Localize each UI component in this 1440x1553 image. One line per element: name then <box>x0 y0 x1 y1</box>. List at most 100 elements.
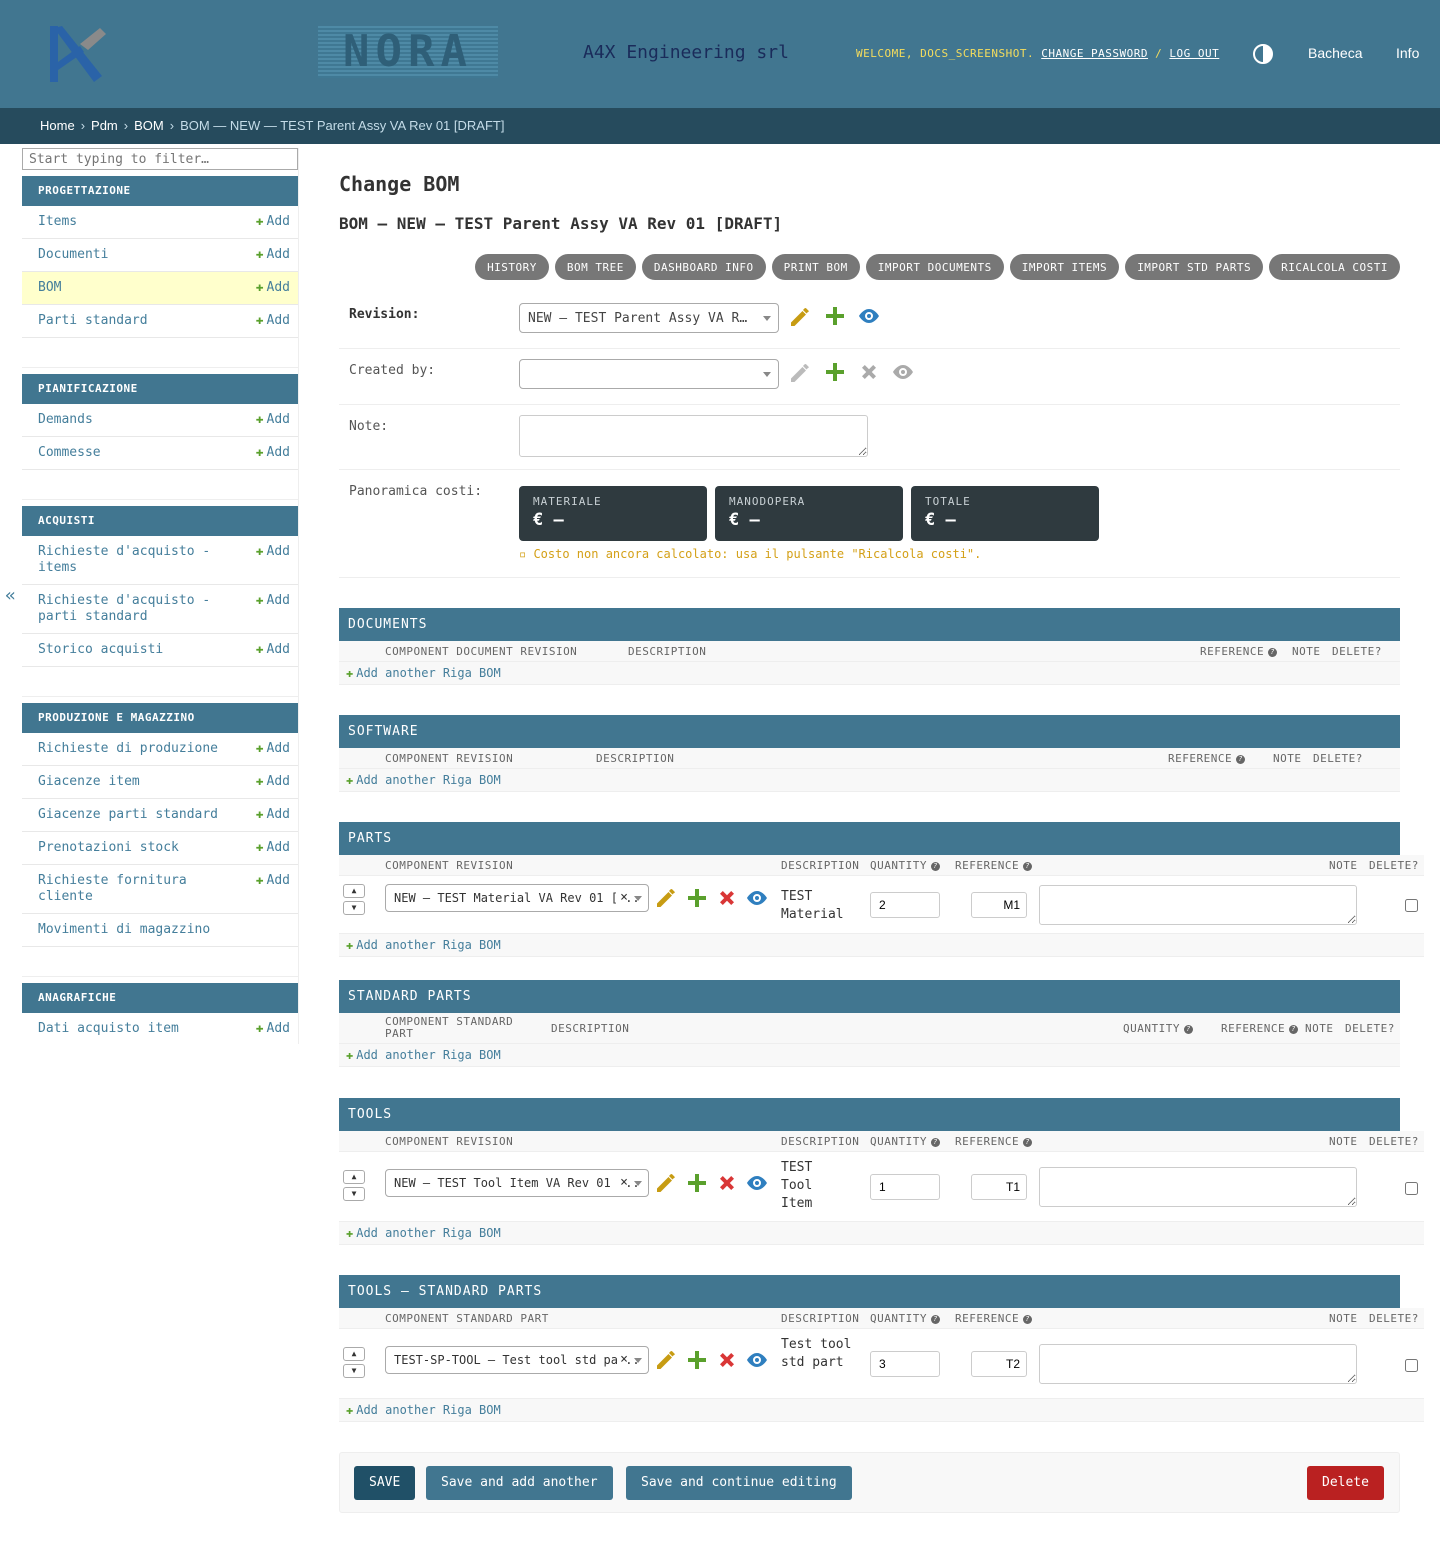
delete-checkbox[interactable] <box>1405 1182 1418 1195</box>
sidebar-add-link[interactable]: ✚ Add <box>256 807 290 822</box>
clear-icon[interactable]: × <box>620 1352 628 1367</box>
sidebar-item[interactable]: Richieste d'acquisto - parti standard ✚ Ad… <box>22 585 298 634</box>
sidebar-add-link[interactable]: ✚ Add <box>256 544 290 559</box>
view-eye-icon[interactable] <box>857 304 881 328</box>
sidebar-item-label[interactable]: Richieste fornitura cliente <box>38 873 238 905</box>
sidebar-item[interactable]: Dati acquisto item ✚ Add <box>22 1013 298 1044</box>
log-out-link[interactable]: LOG OUT <box>1169 47 1219 60</box>
nav-filter-input[interactable] <box>22 148 298 170</box>
sidebar-item[interactable]: Richieste di produzione ✚ Add <box>22 733 298 766</box>
sidebar-add-link[interactable]: ✚ Add <box>256 247 290 262</box>
add-icon[interactable] <box>823 304 847 328</box>
sidebar-item[interactable]: Richieste d'acquisto - items ✚ Add <box>22 536 298 585</box>
sidebar-item-label[interactable]: Richieste d'acquisto - parti standard <box>38 593 238 625</box>
sidebar-item-label[interactable]: Storico acquisti <box>38 642 163 658</box>
save-and-continue-button[interactable]: Save and continue editing <box>626 1466 852 1500</box>
sidebar-add-link[interactable]: ✚ Add <box>256 642 290 657</box>
sidebar-add-link[interactable]: ✚ Add <box>256 214 290 229</box>
move-up-button[interactable]: ▲ <box>343 884 365 898</box>
sidebar-item-label[interactable]: Prenotazioni stock <box>38 840 179 856</box>
object-tool-button[interactable]: DASHBOARD INFO <box>641 254 766 280</box>
clear-icon[interactable]: × <box>620 1175 628 1190</box>
theme-toggle-icon[interactable] <box>1253 44 1273 64</box>
component-select[interactable]: NEW — TEST Tool Item VA Rev 01 ... × <box>385 1169 649 1197</box>
quantity-input[interactable] <box>870 1351 940 1377</box>
sidebar-item-label[interactable]: Documenti <box>38 247 108 263</box>
sidebar-add-link[interactable]: ✚ Add <box>256 774 290 789</box>
view-eye-icon[interactable] <box>745 1348 769 1372</box>
sidebar-item-label[interactable]: Demands <box>38 412 93 428</box>
reference-input[interactable] <box>971 892 1027 918</box>
sidebar-add-link[interactable]: ✚ Add <box>256 741 290 756</box>
note-textarea[interactable] <box>1039 1344 1357 1384</box>
add-another-row-link[interactable]: ✚ Add another Riga BOM <box>339 1044 1400 1067</box>
sidebar-item-label[interactable]: Giacenze item <box>38 774 140 790</box>
sidebar-item[interactable]: Giacenze parti standard ✚ Add <box>22 799 298 832</box>
view-eye-icon[interactable] <box>745 886 769 910</box>
move-down-button[interactable]: ▼ <box>343 1364 365 1378</box>
breadcrumb-home[interactable]: Home <box>40 118 75 133</box>
sidebar-item[interactable]: Commesse ✚ Add <box>22 437 298 470</box>
revision-select[interactable]: NEW — TEST Parent Assy VA R… <box>519 303 779 333</box>
object-tool-button[interactable]: PRINT BOM <box>771 254 860 280</box>
sidebar-module-caption[interactable]: PRODUZIONE E MAGAZZINO <box>22 703 298 733</box>
change-password-link[interactable]: CHANGE PASSWORD <box>1041 47 1148 60</box>
sidebar-item[interactable]: Items ✚ Add <box>22 206 298 239</box>
sidebar-module-caption[interactable]: ACQUISTI <box>22 506 298 536</box>
add-another-row-link[interactable]: ✚ Add another Riga BOM <box>339 934 1424 957</box>
sidebar-item-label[interactable]: Dati acquisto item <box>38 1021 179 1037</box>
sidebar-item[interactable]: Richieste fornitura cliente ✚ Add <box>22 865 298 914</box>
nav-dashboard-link[interactable]: Bacheca <box>1308 45 1362 61</box>
sidebar-add-link[interactable]: ✚ Add <box>256 593 290 608</box>
add-another-row-link[interactable]: ✚ Add another Riga BOM <box>339 769 1400 792</box>
pencil-icon[interactable] <box>788 305 812 329</box>
created-by-select[interactable] <box>519 359 779 389</box>
add-icon[interactable] <box>685 1348 709 1372</box>
component-select[interactable]: TEST-SP-TOOL — Test tool std pa... × <box>385 1346 649 1374</box>
nav-info-link[interactable]: Info <box>1396 45 1419 61</box>
sidebar-module-caption[interactable]: PROGETTAZIONE <box>22 176 298 206</box>
sidebar-add-link[interactable]: ✚ Add <box>256 313 290 328</box>
add-icon[interactable] <box>685 886 709 910</box>
pencil-icon[interactable] <box>654 1171 678 1195</box>
pencil-icon[interactable] <box>654 1348 678 1372</box>
move-down-button[interactable]: ▼ <box>343 901 365 915</box>
sidebar-add-link[interactable]: ✚ Add <box>256 445 290 460</box>
delete-x-icon[interactable] <box>715 1171 739 1195</box>
sidebar-item-label[interactable]: Richieste di produzione <box>38 741 218 757</box>
reference-input[interactable] <box>971 1174 1027 1200</box>
note-textarea[interactable] <box>1039 885 1357 925</box>
sidebar-item-label[interactable]: Commesse <box>38 445 101 461</box>
sidebar-item[interactable]: Prenotazioni stock ✚ Add <box>22 832 298 865</box>
save-and-add-another-button[interactable]: Save and add another <box>426 1466 613 1500</box>
sidebar-add-link[interactable]: ✚ Add <box>256 840 290 855</box>
sidebar-item-label[interactable]: BOM <box>38 280 61 296</box>
pencil-icon[interactable] <box>654 886 678 910</box>
note-textarea[interactable] <box>1039 1167 1357 1207</box>
a4x-logo-icon[interactable] <box>44 22 108 86</box>
sidebar-module-caption[interactable]: ANAGRAFICHE <box>22 983 298 1013</box>
object-tool-button[interactable]: IMPORT DOCUMENTS <box>865 254 1004 280</box>
component-select[interactable]: NEW — TEST Material VA Rev 01 [... × <box>385 884 649 912</box>
sidebar-item[interactable]: BOM ✚ Add <box>22 272 298 305</box>
collapse-sidebar-button[interactable]: « <box>5 585 16 606</box>
add-another-row-link[interactable]: ✚ Add another Riga BOM <box>339 1222 1424 1245</box>
sidebar-item[interactable]: Storico acquisti ✚ Add <box>22 634 298 667</box>
sidebar-item-label[interactable]: Giacenze parti standard <box>38 807 218 823</box>
quantity-input[interactable] <box>870 892 940 918</box>
move-up-button[interactable]: ▲ <box>343 1347 365 1361</box>
sidebar-item[interactable]: Demands ✚ Add <box>22 404 298 437</box>
quantity-input[interactable] <box>870 1174 940 1200</box>
object-tool-button[interactable]: BOM TREE <box>554 254 636 280</box>
object-tool-button[interactable]: RICALCOLA COSTI <box>1269 254 1400 280</box>
clear-icon[interactable]: × <box>620 890 628 905</box>
delete-x-icon[interactable] <box>715 886 739 910</box>
sidebar-item[interactable]: Movimenti di magazzino <box>22 914 298 947</box>
sidebar-item[interactable]: Parti standard ✚ Add <box>22 305 298 338</box>
move-down-button[interactable]: ▼ <box>343 1187 365 1201</box>
delete-x-icon[interactable] <box>715 1348 739 1372</box>
sidebar-item-label[interactable]: Movimenti di magazzino <box>38 922 210 938</box>
delete-checkbox[interactable] <box>1405 1359 1418 1372</box>
sidebar-add-link[interactable]: ✚ Add <box>256 1021 290 1036</box>
sidebar-module-caption[interactable]: PIANIFICAZIONE <box>22 374 298 404</box>
